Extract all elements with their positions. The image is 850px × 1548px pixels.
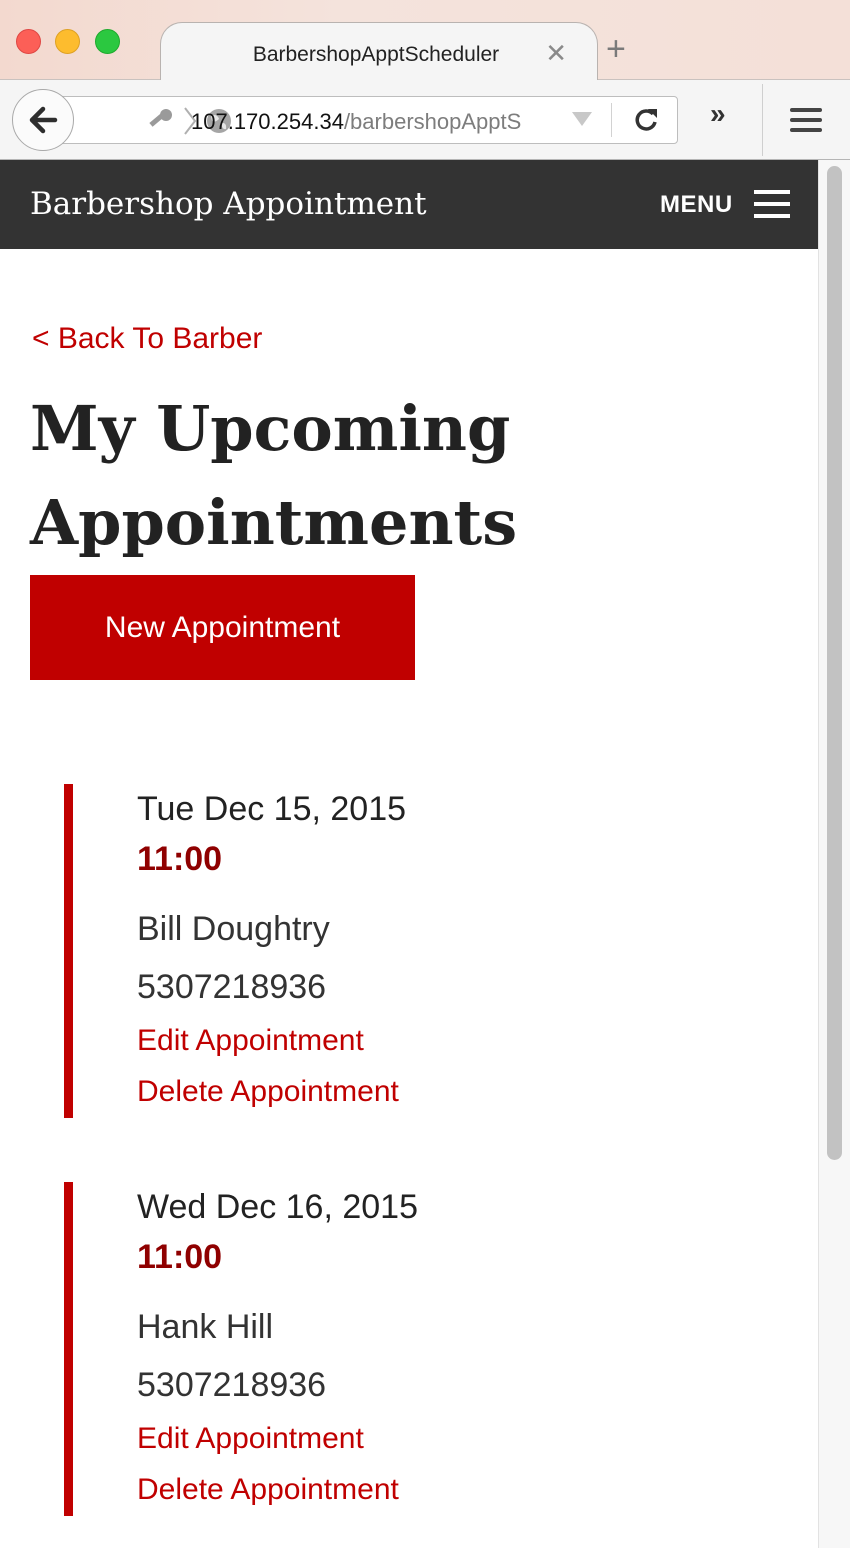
page-viewport: Barbershop Appointment MENU < Back To Ba… [0,160,818,1548]
appointment-date: Wed Dec 16, 2015 [137,1188,418,1226]
appointment-date: Tue Dec 15, 2015 [137,790,407,828]
url-path: /barbershopApptS [343,109,522,134]
back-to-barber-link[interactable]: < Back To Barber [32,322,262,356]
site-title[interactable]: Barbershop Appointment [30,186,427,222]
edit-appointment-link[interactable]: Edit Appointment [137,1024,364,1058]
new-tab-button[interactable]: + [606,30,626,69]
site-header: Barbershop Appointment MENU [0,160,818,249]
appointment-time: 11:00 [137,840,223,878]
browser-tab[interactable]: BarbershopApptScheduler ✕ [160,22,598,81]
url-bar[interactable]: 107.170.254.34/barbershopApptS [58,96,678,144]
key-icon [149,109,172,127]
browser-back-button[interactable] [12,89,74,151]
browser-tab-bar: BarbershopApptScheduler ✕ + [0,0,850,81]
scrollbar-track[interactable] [818,160,850,1548]
appointment-card: Wed Dec 16, 2015 11:00 Hank Hill 5307218… [64,1182,764,1516]
tab-title: BarbershopApptScheduler [252,43,500,66]
customer-phone: 5307218936 [137,968,327,1006]
url-separator [611,103,612,137]
tab-close-icon[interactable]: ✕ [545,38,567,69]
url-host: 107.170.254.34 [191,109,344,134]
new-appointment-button[interactable]: New Appointment [30,575,415,680]
customer-phone: 5307218936 [137,1366,327,1404]
reload-icon[interactable] [631,105,661,135]
appointment-time: 11:00 [137,1238,223,1276]
window-zoom-button[interactable] [95,29,120,54]
menu-label[interactable]: MENU [660,191,733,219]
toolbar-overflow-icon[interactable]: » [710,98,726,130]
window-close-button[interactable] [16,29,41,54]
browser-menu-icon[interactable] [790,108,822,138]
scrollbar-thumb[interactable] [827,166,842,1160]
arrow-left-icon [29,106,58,134]
url-text[interactable]: 107.170.254.34/barbershopApptS [191,109,559,135]
customer-name: Hank Hill [137,1308,274,1346]
edit-appointment-link[interactable]: Edit Appointment [137,1422,364,1456]
menu-hamburger-icon[interactable] [754,190,790,226]
delete-appointment-link[interactable]: Delete Appointment [137,1473,399,1507]
appointment-card: Tue Dec 15, 2015 11:00 Bill Doughtry 530… [64,784,764,1118]
window-minimize-button[interactable] [55,29,80,54]
page-title: My Upcoming Appointments [30,392,518,559]
url-dropdown-icon[interactable] [571,111,593,127]
delete-appointment-link[interactable]: Delete Appointment [137,1075,399,1109]
toolbar-separator [762,84,763,156]
customer-name: Bill Doughtry [137,910,330,948]
